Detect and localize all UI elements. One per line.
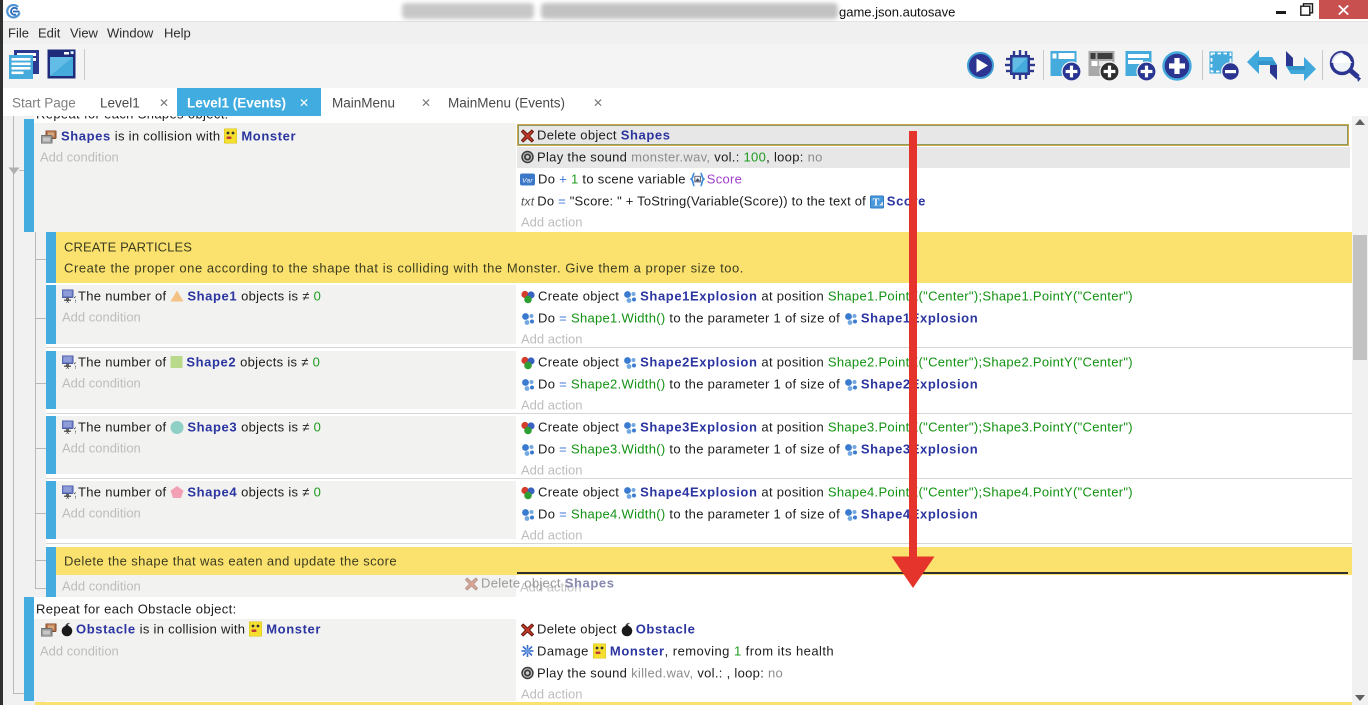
svg-text:x: x (66, 429, 70, 435)
svg-text:x: x (66, 494, 70, 500)
svg-text:?: ? (74, 296, 77, 304)
svg-text:x: x (66, 364, 70, 370)
svg-text:?: ? (74, 361, 77, 369)
svg-text:x: x (66, 298, 70, 304)
svg-text:?: ? (74, 491, 77, 499)
svg-text:T: T (872, 198, 879, 209)
svg-text:?: ? (74, 426, 77, 434)
svg-text:Var: Var (522, 177, 533, 184)
